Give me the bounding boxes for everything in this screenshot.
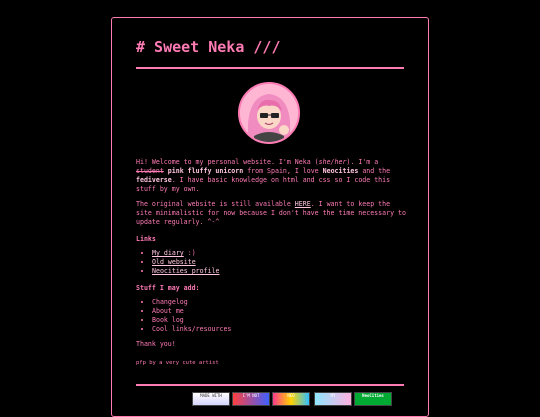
todo-list: Changelog About me Book log Cool links/r… [136,298,406,334]
badge-label: MY [330,393,336,398]
list-item: Old website [152,258,406,267]
intro-text: . I have basic knowledge on html and css… [136,176,391,193]
badge-1[interactable]: MADE WITH [192,392,230,406]
list-item: My diary :) [152,249,406,258]
list-item: Cool links/resources [152,325,406,334]
struck-word: student [136,167,164,175]
original-site-paragraph: The original website is still available … [136,200,406,227]
original-site-link[interactable]: HERE [295,200,311,208]
main-card: # Sweet Neka /// Hi! Welcome to my perso… [111,17,429,417]
badge-label: MADE WITH [200,393,222,398]
neocities-profile-link[interactable]: Neocities profile [152,267,220,275]
pfp-credit: pfp by a very cute artist [136,360,219,366]
intro-text: The original website is still available [136,200,295,208]
diary-link[interactable]: My diary [152,249,184,257]
badge-4[interactable]: MY [314,392,352,406]
intro-text: ). I'm a [346,158,379,166]
list-item: Book log [152,316,406,325]
list-item: Neocities profile [152,267,406,276]
avatar-illustration [240,84,298,142]
page-title: # Sweet Neka /// [136,38,281,56]
badge-5[interactable]: NeoCities [354,392,392,406]
links-list: My diary :) Old website Neocities profil… [136,249,406,276]
badge-3[interactable]: NEO [272,392,310,406]
list-item: About me [152,307,406,316]
old-website-link[interactable]: Old website [152,258,196,266]
badge-label: NeoCities [362,393,384,398]
link-suffix: :) [183,249,196,257]
intro-text: from Spain, I love [243,167,323,175]
todo-heading: Stuff I may add: [136,284,200,292]
intro-paragraph: Hi! Welcome to my personal website. I'm … [136,158,406,194]
divider-bottom [136,384,404,386]
bold-fediverse: fediverse [136,176,172,184]
badge-2[interactable]: I'M NOT [232,392,270,406]
pronouns: she/her [318,158,347,166]
badge-label: I'M NOT [242,393,260,398]
content: Hi! Welcome to my personal website. I'm … [136,158,406,368]
thanks-text: Thank you! [136,340,176,348]
bold-phrase: pink fluffy unicorn [167,167,244,175]
bold-neocities: Neocities [322,167,359,175]
avatar [238,82,300,144]
list-item: Changelog [152,298,406,307]
badge-label: NEO [287,393,295,398]
intro-text: and the [358,167,391,175]
divider-top [136,67,404,69]
links-heading: Links [136,235,156,243]
intro-text: Hi! Welcome to my personal website. I'm … [136,158,319,166]
